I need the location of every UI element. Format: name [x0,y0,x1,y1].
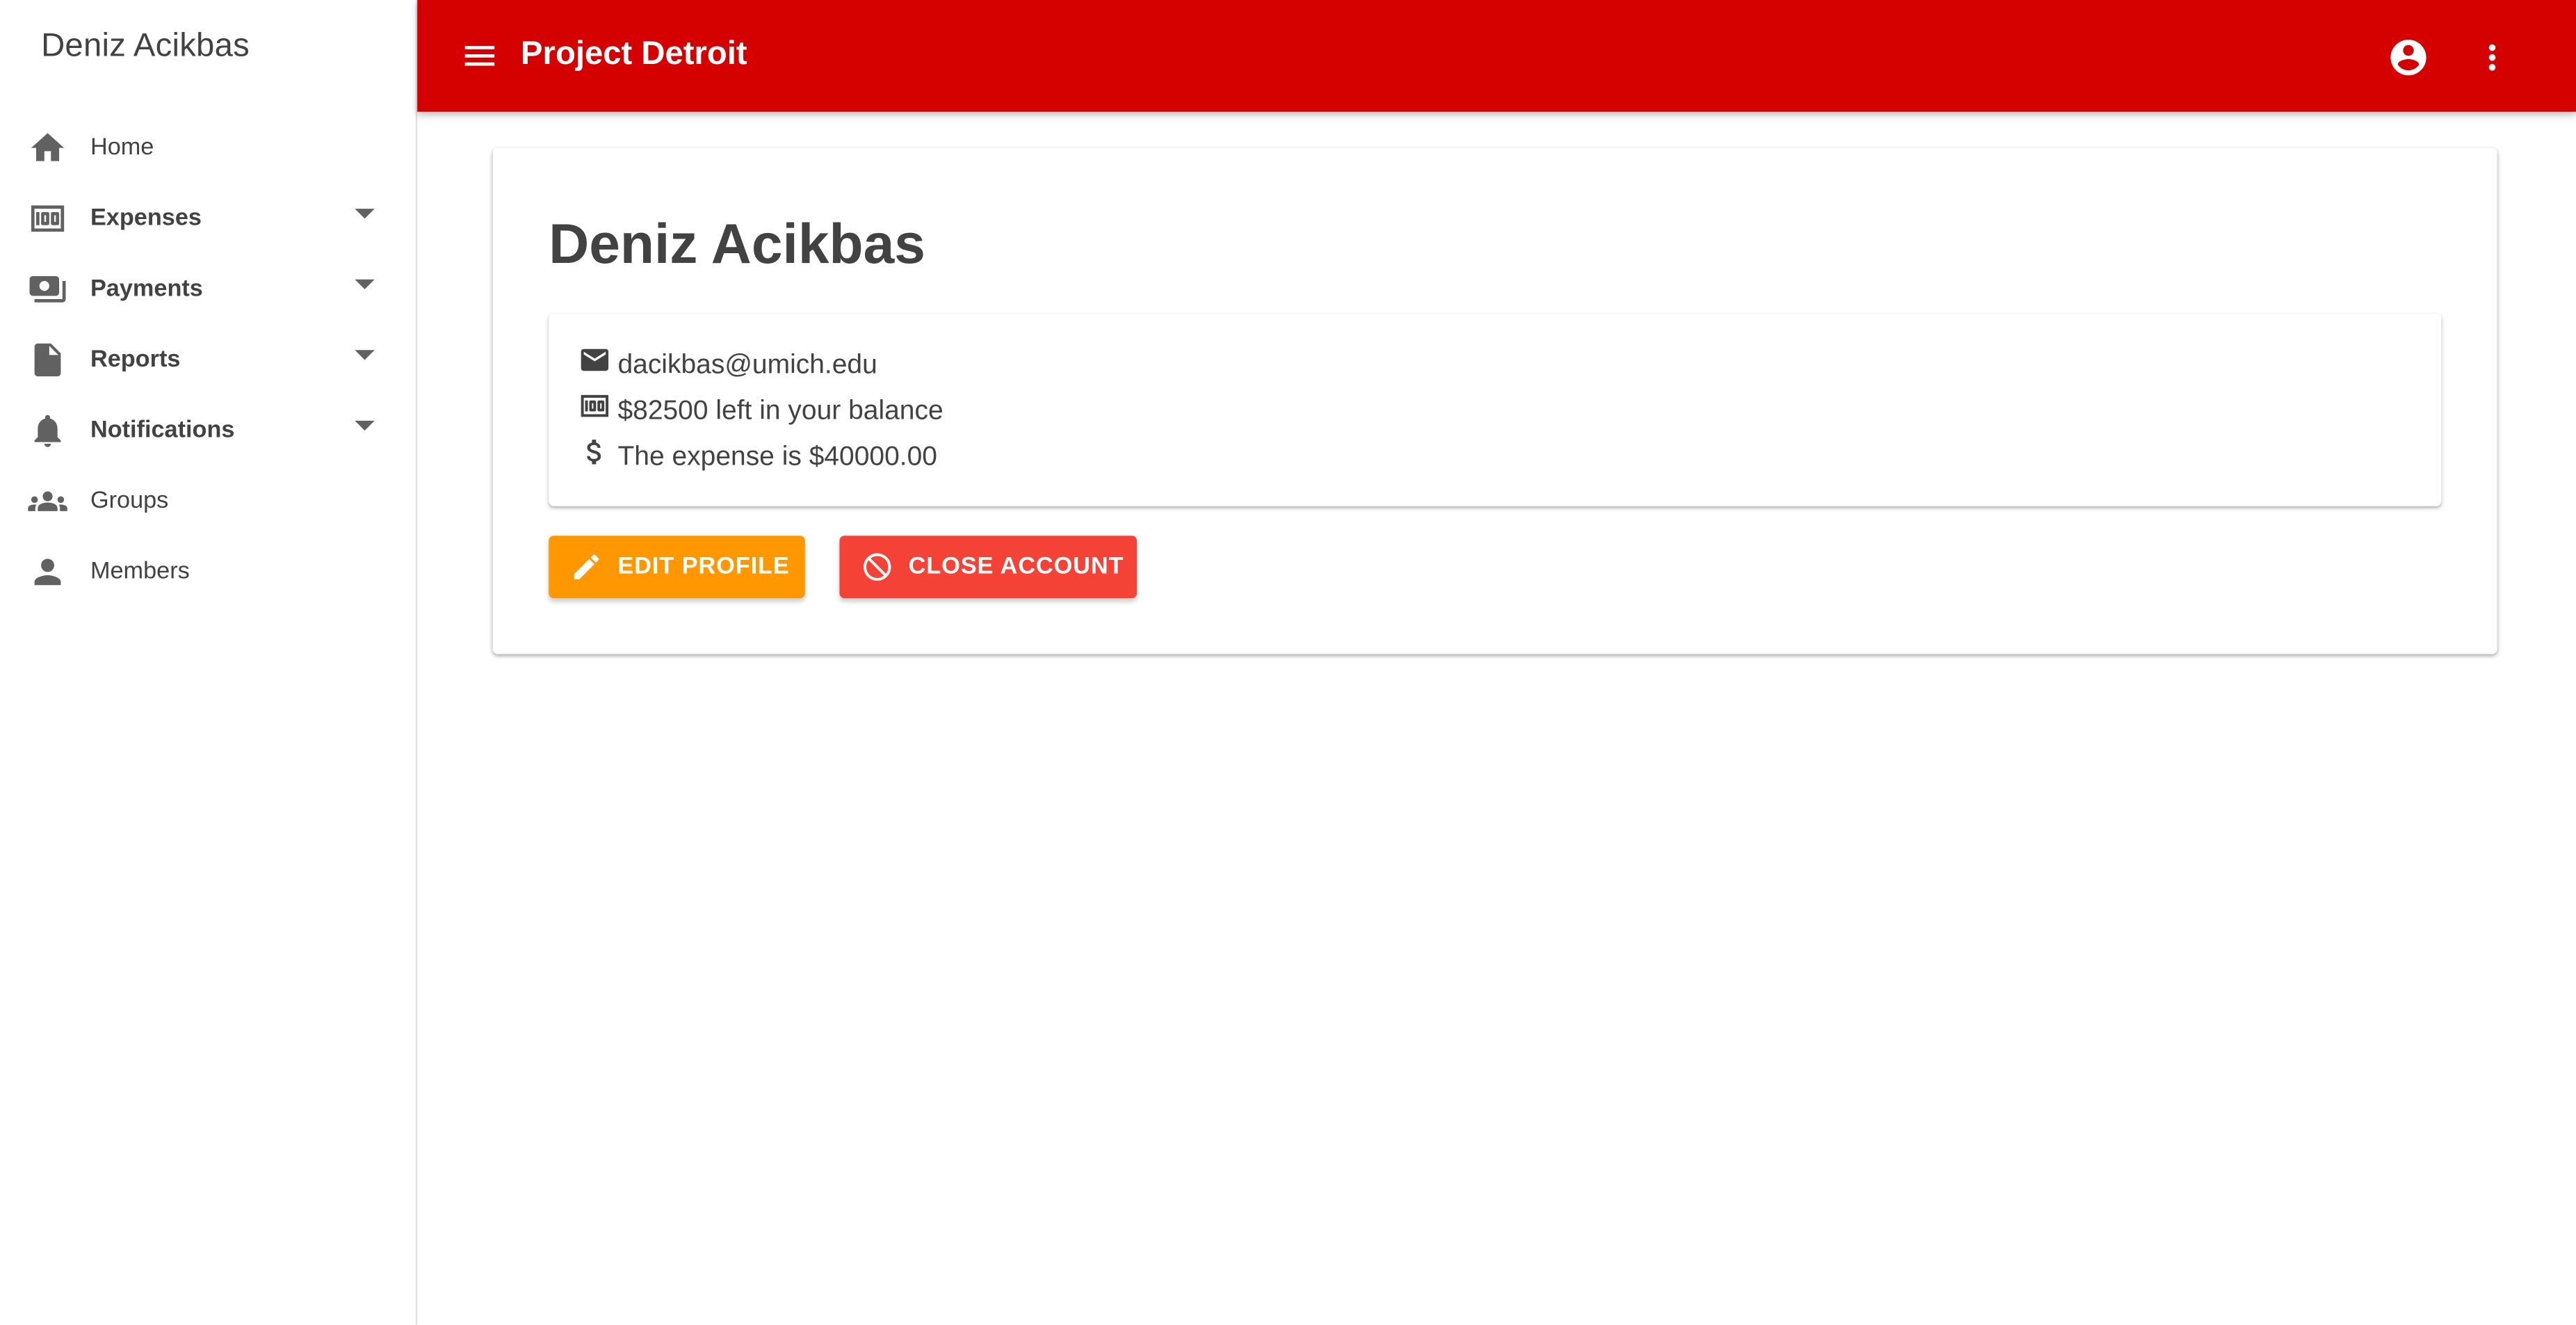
page-title: Deniz Acikbas [549,214,925,276]
sidebar-item-label: Members [90,558,190,585]
app-bar: Project Detroit [417,0,2576,112]
email-row: dacikbas@umich.edu [578,347,877,383]
sidebar-item-label: Notifications [90,416,235,443]
sidebar-item-label: Payments [90,275,203,302]
email-text: dacikbas@umich.edu [617,349,877,379]
money-icon [28,199,67,239]
menu-icon[interactable] [460,36,500,76]
edit-profile-button[interactable]: EDIT PROFILE [549,536,805,599]
sidebar-user-name: Deniz Acikbas [41,28,250,65]
bell-icon [28,411,67,451]
sidebar-item-expenses[interactable]: Expenses [0,182,417,253]
sidebar-item-home[interactable]: Home [0,112,417,183]
close-account-button[interactable]: CLOSE ACCOUNT [839,536,1137,599]
sidebar-item-payments[interactable]: Payments [0,253,417,324]
mail-icon [578,344,611,376]
chevron-down-icon[interactable] [355,209,375,219]
close-account-label: CLOSE ACCOUNT [908,554,1124,581]
sidebar-item-notifications[interactable]: Notifications [0,394,417,465]
sidebar: Deniz Acikbas Home Expenses Payments Rep… [0,0,418,1325]
account-circle-icon[interactable] [2387,36,2429,79]
home-icon [28,128,67,168]
money-icon [578,390,611,422]
sidebar-item-groups[interactable]: Groups [0,465,417,536]
sidebar-nav: Home Expenses Payments Reports Notificat… [0,112,417,607]
profile-info-card: dacikbas@umich.edu $82500 left in your b… [549,314,2442,506]
sidebar-item-label: Groups [90,487,169,514]
pencil-icon [570,551,603,584]
chevron-down-icon[interactable] [355,279,375,289]
balance-row: $82500 left in your balance [578,393,943,429]
block-icon [861,551,893,584]
sidebar-item-label: Home [90,134,154,161]
sidebar-item-label: Expenses [90,204,202,231]
sidebar-item-members[interactable]: Members [0,536,417,607]
sidebar-item-label: Reports [90,346,181,373]
app-title: Project Detroit [521,35,747,72]
person-icon [28,552,67,592]
chevron-down-icon[interactable] [355,350,375,360]
expense-row: The expense is $40000.00 [578,439,937,475]
expense-text: The expense is $40000.00 [617,441,937,471]
chevron-down-icon[interactable] [355,420,375,431]
payments-icon [28,270,67,310]
edit-profile-label: EDIT PROFILE [617,554,790,581]
more-vert-icon[interactable] [2472,36,2512,79]
groups-icon [28,481,67,521]
document-icon [28,340,67,380]
sidebar-item-reports[interactable]: Reports [0,323,417,394]
dollar-icon [578,435,611,468]
balance-text: $82500 left in your balance [617,395,943,425]
